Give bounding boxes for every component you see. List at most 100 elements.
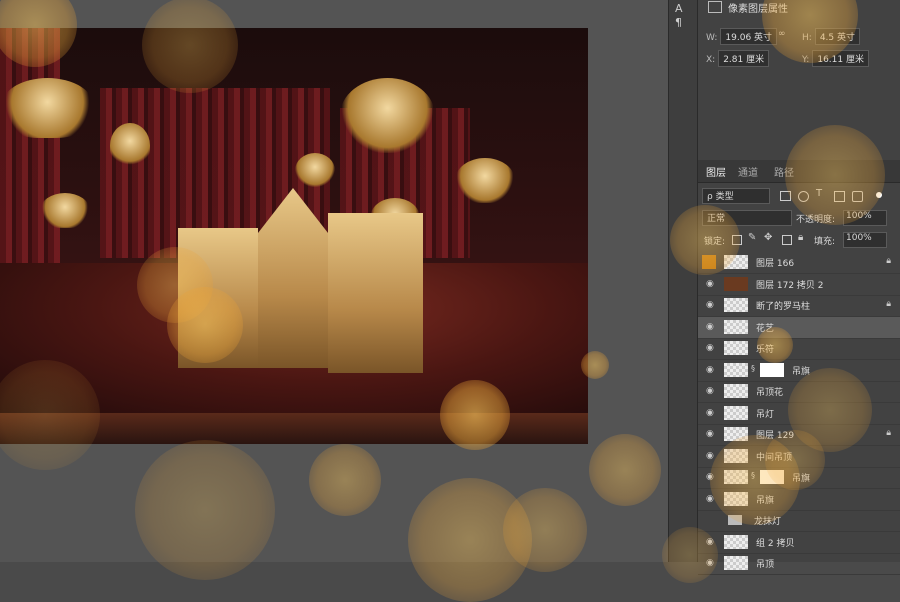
visibility-eye-icon[interactable]: ◉ — [706, 386, 716, 396]
lock-icon: 🔒︎ — [886, 299, 891, 309]
layer-name[interactable]: 花艺 — [756, 321, 774, 334]
visibility-eye-icon[interactable]: ◉ — [706, 537, 716, 547]
fill-field[interactable]: 100% — [843, 232, 887, 248]
layer-name[interactable]: 断了的罗马柱 — [756, 299, 810, 312]
x-label: X: — [706, 55, 716, 65]
layer-row[interactable]: ◉ 吊旗 — [698, 489, 900, 511]
layer-row[interactable]: ◉ 组 2 拷贝 — [698, 532, 900, 554]
filter-smart-object-icon[interactable] — [852, 191, 863, 202]
visibility-eye-icon[interactable] — [702, 255, 716, 269]
mask-link-icon[interactable]: § — [751, 364, 755, 373]
layer-mask-thumbnail[interactable] — [760, 470, 784, 484]
visibility-eye-icon[interactable]: ◉ — [706, 343, 716, 353]
y-field[interactable]: 16.11 厘米 — [812, 50, 869, 67]
layer-row[interactable]: ◉ 中间吊顶 — [698, 446, 900, 468]
layer-name[interactable]: 吊顶 — [756, 557, 774, 570]
blend-row: 正常 不透明度: 100% — [698, 208, 900, 228]
chandelier — [340, 78, 435, 153]
width-label: W: — [706, 33, 718, 43]
layer-row[interactable]: ◉ § 吊旗 — [698, 467, 900, 489]
lock-pixels-icon[interactable]: ✎ — [748, 232, 756, 243]
visibility-eye-icon[interactable]: ◉ — [706, 408, 716, 418]
layer-row[interactable]: ◉ 断了的罗马柱 🔒︎ — [698, 295, 900, 317]
width-field[interactable]: 19.06 英寸 — [720, 28, 778, 45]
panel-tabs: 图层 通道 路径 — [698, 160, 900, 183]
mask-link-icon[interactable]: § — [751, 471, 755, 480]
layer-name[interactable]: 吊旗 — [756, 493, 774, 506]
layer-name[interactable]: 组 2 拷贝 — [756, 536, 794, 549]
layer-row[interactable]: ◉ 吊顶 — [698, 553, 900, 575]
castle-gate — [178, 228, 258, 368]
layer-thumbnail — [724, 448, 748, 463]
filter-shape-icon[interactable] — [834, 191, 845, 202]
y-label: Y: — [802, 55, 810, 65]
layer-row[interactable]: ◉ 图层 172 拷贝 2 — [698, 274, 900, 296]
character-icon[interactable]: A — [675, 2, 683, 15]
visibility-eye-icon[interactable]: ◉ — [706, 429, 716, 439]
height-field[interactable]: 4.5 英寸 — [814, 28, 860, 45]
layer-row[interactable]: ◉ 乐符 — [698, 338, 900, 360]
visibility-eye-icon[interactable]: ◉ — [706, 365, 716, 375]
opacity-field[interactable]: 100% — [843, 210, 887, 226]
canvas-area[interactable] — [0, 0, 668, 562]
layers-panel: 像素图层属性 W: 19.06 英寸 ∞ H: 4.5 英寸 X: 2.81 厘米 Y… — [697, 0, 900, 575]
visibility-eye-icon[interactable]: ◉ — [706, 472, 716, 482]
tab-paths[interactable]: 路径 — [774, 164, 794, 179]
layer-thumbnail — [724, 491, 748, 506]
lock-artboard-icon[interactable] — [782, 235, 792, 245]
lock-all-icon[interactable]: 🔒︎ — [798, 232, 803, 243]
layer-thumbnail — [724, 405, 748, 420]
artwork-image — [0, 28, 588, 444]
layer-row[interactable]: 图层 166 🔒︎ — [698, 252, 900, 274]
blend-mode-select[interactable]: 正常 — [702, 210, 792, 226]
visibility-eye-icon[interactable] — [706, 515, 716, 525]
filter-toggle-icon[interactable] — [876, 192, 882, 198]
layer-thumbnail — [724, 427, 748, 441]
folder-icon — [728, 515, 742, 525]
layer-name[interactable]: 中间吊顶 — [756, 450, 792, 463]
layer-name[interactable]: 图层 129 — [756, 428, 794, 441]
filter-adjustment-icon[interactable] — [798, 191, 809, 202]
layer-thumbnail — [724, 298, 748, 312]
tab-channels[interactable]: 通道 — [738, 164, 758, 179]
layer-mask-thumbnail[interactable] — [760, 362, 784, 377]
lock-icon: 🔒︎ — [886, 256, 891, 266]
visibility-eye-icon[interactable]: ◉ — [706, 451, 716, 461]
visibility-eye-icon[interactable]: ◉ — [706, 494, 716, 504]
layer-row[interactable]: ◉ 图层 129 🔒︎ — [698, 424, 900, 446]
chandelier — [295, 153, 335, 188]
layer-name[interactable]: 图层 172 拷贝 2 — [756, 278, 824, 291]
lock-position-icon[interactable]: ✥ — [764, 232, 772, 243]
paragraph-icon[interactable]: ¶ — [675, 16, 682, 29]
layer-thumbnail — [724, 470, 748, 484]
visibility-eye-icon[interactable]: ◉ — [706, 279, 716, 289]
panel-tool-strip: A ¶ — [668, 0, 697, 562]
chandelier — [455, 158, 515, 203]
link-icon[interactable]: ∞ — [778, 29, 786, 39]
filter-kind-select[interactable]: ρ 类型 — [702, 188, 770, 204]
filter-type-icon[interactable]: T — [816, 188, 822, 199]
layer-name[interactable]: 龙抹灯 — [754, 514, 781, 527]
stage-floor — [0, 413, 588, 444]
layer-name[interactable]: 吊旗 — [792, 364, 810, 377]
layer-row[interactable]: ◉ 吊顶花 — [698, 381, 900, 403]
layer-row[interactable]: ◉ 吊灯 — [698, 403, 900, 425]
chandelier — [40, 193, 90, 228]
layer-name[interactable]: 吊顶花 — [756, 385, 783, 398]
x-field[interactable]: 2.81 厘米 — [718, 50, 770, 67]
pixel-layer-icon — [708, 1, 722, 13]
layer-row[interactable]: ◉ 花艺 — [698, 316, 900, 339]
layer-row[interactable]: ◉ § 吊旗 — [698, 360, 900, 382]
layer-row[interactable]: 龙抹灯 — [698, 510, 900, 532]
layer-name[interactable]: 乐符 — [756, 342, 774, 355]
layer-name[interactable]: 吊旗 — [792, 471, 810, 484]
layer-name[interactable]: 吊灯 — [756, 407, 774, 420]
tab-layers[interactable]: 图层 — [706, 164, 726, 179]
visibility-eye-icon[interactable]: ◉ — [706, 300, 716, 310]
lock-transparent-icon[interactable] — [732, 235, 742, 245]
properties-title: 像素图层属性 — [728, 4, 788, 15]
filter-pixel-icon[interactable] — [780, 191, 791, 201]
visibility-eye-icon[interactable]: ◉ — [706, 322, 716, 332]
layer-name[interactable]: 图层 166 — [756, 256, 794, 269]
visibility-eye-icon[interactable]: ◉ — [706, 558, 716, 568]
